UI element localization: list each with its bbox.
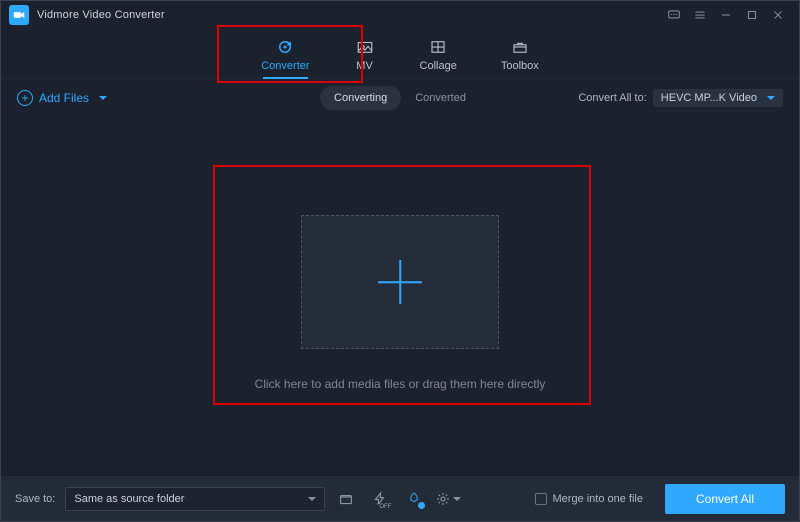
app-window: Vidmore Video Converter Converter MV bbox=[0, 0, 800, 522]
output-format-dropdown[interactable]: HEVC MP...K Video bbox=[653, 89, 783, 107]
action-row: + Add Files Converting Converted Convert… bbox=[1, 79, 799, 117]
chevron-down-icon bbox=[453, 497, 461, 501]
tab-converter-label: Converter bbox=[261, 60, 309, 72]
status-dot-icon bbox=[418, 502, 425, 509]
convert-all-to: Convert All to: HEVC MP...K Video bbox=[578, 89, 783, 107]
add-files-label: Add Files bbox=[39, 91, 89, 105]
tab-toolbox-label: Toolbox bbox=[501, 60, 539, 72]
convert-all-button[interactable]: Convert All bbox=[665, 484, 785, 514]
dropzone[interactable] bbox=[301, 215, 499, 349]
merge-checkbox[interactable]: Merge into one file bbox=[535, 493, 644, 505]
converter-icon bbox=[274, 38, 296, 56]
maximize-icon bbox=[745, 8, 759, 22]
minimize-button[interactable] bbox=[713, 4, 739, 26]
hw-accel-off-button[interactable]: OFF bbox=[367, 487, 393, 511]
collage-icon bbox=[427, 38, 449, 56]
save-to-value: Same as source folder bbox=[74, 493, 184, 505]
module-tabs: Converter MV Collage Toolbox bbox=[1, 29, 799, 79]
app-logo bbox=[9, 5, 29, 25]
camera-icon bbox=[12, 8, 26, 22]
subtab-converted[interactable]: Converted bbox=[401, 86, 480, 110]
mv-icon bbox=[354, 38, 376, 56]
save-to-dropdown[interactable]: Same as source folder bbox=[65, 487, 325, 511]
add-files-button[interactable]: + Add Files bbox=[17, 90, 107, 106]
tab-collage-label: Collage bbox=[420, 60, 457, 72]
toolbox-icon bbox=[509, 38, 531, 56]
open-folder-button[interactable] bbox=[333, 487, 359, 511]
high-speed-button[interactable] bbox=[401, 487, 427, 511]
app-title: Vidmore Video Converter bbox=[37, 9, 165, 21]
close-icon bbox=[771, 8, 785, 22]
tab-mv-label: MV bbox=[356, 60, 373, 72]
queue-subtabs: Converting Converted bbox=[320, 86, 480, 110]
titlebar: Vidmore Video Converter bbox=[1, 1, 799, 29]
main-area: Click here to add media files or drag th… bbox=[1, 117, 799, 469]
plus-circle-icon: + bbox=[17, 90, 33, 106]
footer: Save to: Same as source folder OFF Merge… bbox=[1, 475, 799, 521]
maximize-button[interactable] bbox=[739, 4, 765, 26]
chevron-down-icon bbox=[767, 96, 775, 100]
merge-label: Merge into one file bbox=[553, 493, 644, 505]
tab-collage[interactable]: Collage bbox=[414, 34, 463, 78]
checkbox-icon bbox=[535, 493, 547, 505]
output-format-value: HEVC MP...K Video bbox=[661, 92, 757, 104]
menu-button[interactable] bbox=[687, 4, 713, 26]
close-button[interactable] bbox=[765, 4, 791, 26]
off-badge: OFF bbox=[378, 504, 392, 510]
subtab-converting[interactable]: Converting bbox=[320, 86, 401, 110]
save-to-label: Save to: bbox=[15, 493, 55, 505]
convert-all-to-label: Convert All to: bbox=[578, 92, 646, 104]
dropzone-hint: Click here to add media files or drag th… bbox=[1, 377, 799, 391]
settings-button[interactable] bbox=[435, 487, 461, 511]
chat-icon bbox=[667, 8, 681, 22]
tab-toolbox[interactable]: Toolbox bbox=[495, 34, 545, 78]
feedback-button[interactable] bbox=[661, 4, 687, 26]
chevron-down-icon bbox=[308, 497, 316, 501]
minimize-icon bbox=[719, 8, 733, 22]
tab-mv[interactable]: MV bbox=[348, 34, 382, 78]
tab-converter[interactable]: Converter bbox=[255, 34, 315, 78]
chevron-down-icon bbox=[99, 96, 107, 100]
folder-icon bbox=[338, 491, 354, 507]
gear-icon bbox=[435, 491, 451, 507]
hamburger-icon bbox=[693, 8, 707, 22]
plus-icon bbox=[378, 260, 422, 304]
